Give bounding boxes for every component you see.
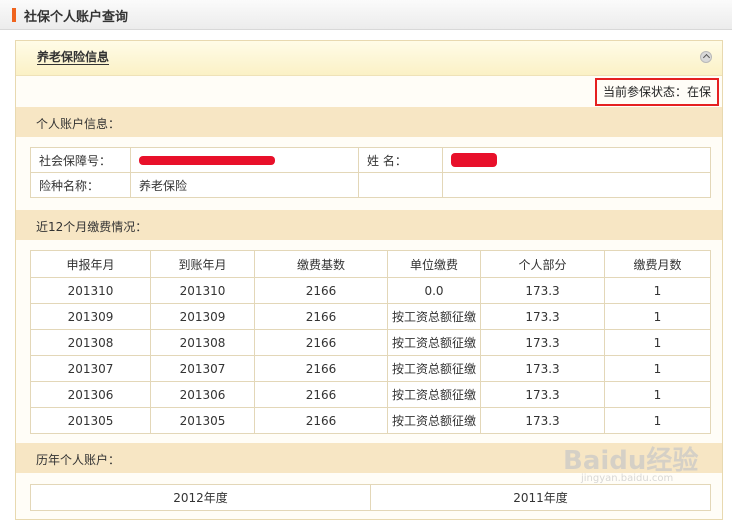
employer-contribution: 按工资总额征缴 bbox=[387, 407, 481, 434]
months-paid: 1 bbox=[604, 407, 711, 434]
status-label: 当前参保状态： bbox=[602, 85, 687, 99]
months-paid: 1 bbox=[604, 381, 711, 408]
table-row: 201305 201305 2166 按工资总额征缴 173.3 1 bbox=[30, 407, 711, 434]
personal-part: 173.3 bbox=[480, 303, 605, 330]
table-row: 201308 201308 2166 按工资总额征缴 173.3 1 bbox=[30, 329, 711, 356]
table-row: 201306 201306 2166 按工资总额征缴 173.3 1 bbox=[30, 381, 711, 408]
year-2012[interactable]: 2012年度 bbox=[30, 484, 371, 511]
declare-month: 201306 bbox=[30, 381, 151, 408]
payments-section: 近12个月缴费情况： bbox=[16, 210, 722, 240]
personal-part: 173.3 bbox=[480, 381, 605, 408]
personal-part: 173.3 bbox=[480, 329, 605, 356]
table-row: 201309 201309 2166 按工资总额征缴 173.3 1 bbox=[30, 303, 711, 330]
table-row: 社会保障号： 姓 名： bbox=[30, 147, 711, 173]
redacted-ssn bbox=[139, 156, 275, 165]
panel-title: 养老保险信息 bbox=[37, 50, 110, 65]
column-header: 到账年月 bbox=[150, 250, 255, 278]
column-header: 申报年月 bbox=[30, 250, 151, 278]
contribution-base: 2166 bbox=[254, 329, 388, 356]
history-table: 2012年度 2011年度 bbox=[30, 484, 711, 511]
payments-table: 申报年月 到账年月 缴费基数 单位缴费 个人部分 缴费月数 201310 201… bbox=[30, 250, 711, 434]
months-paid: 1 bbox=[604, 355, 711, 382]
table-row: 201307 201307 2166 按工资总额征缴 173.3 1 bbox=[30, 355, 711, 382]
employer-contribution: 按工资总额征缴 bbox=[387, 329, 481, 356]
table-row: 201310 201310 2166 0.0 173.3 1 bbox=[30, 277, 711, 304]
declare-month: 201308 bbox=[30, 329, 151, 356]
contribution-base: 2166 bbox=[254, 407, 388, 434]
column-header: 缴费基数 bbox=[254, 250, 388, 278]
employer-contribution: 0.0 bbox=[387, 277, 481, 304]
insurance-status: 当前参保状态：在保 bbox=[595, 78, 719, 106]
ssn-label: 社会保障号： bbox=[30, 147, 131, 173]
insurance-label: 险种名称： bbox=[30, 172, 131, 198]
account-info-title: 个人账户信息： bbox=[36, 117, 121, 131]
empty-cell bbox=[358, 172, 443, 198]
column-header: 单位缴费 bbox=[387, 250, 481, 278]
declare-month: 201310 bbox=[30, 277, 151, 304]
contribution-base: 2166 bbox=[254, 303, 388, 330]
months-paid: 1 bbox=[604, 277, 711, 304]
employer-contribution: 按工资总额征缴 bbox=[387, 355, 481, 382]
arrival-month: 201310 bbox=[150, 277, 255, 304]
collapse-icon[interactable] bbox=[700, 51, 712, 63]
payments-title: 近12个月缴费情况： bbox=[36, 220, 148, 234]
personal-part: 173.3 bbox=[480, 355, 605, 382]
status-value: 在保 bbox=[687, 85, 712, 99]
table-header-row: 申报年月 到账年月 缴费基数 单位缴费 个人部分 缴费月数 bbox=[30, 250, 711, 278]
employer-contribution: 按工资总额征缴 bbox=[387, 381, 481, 408]
declare-month: 201305 bbox=[30, 407, 151, 434]
name-value bbox=[442, 147, 711, 173]
page-header: 社保个人账户查询 bbox=[0, 0, 732, 30]
months-paid: 1 bbox=[604, 303, 711, 330]
empty-cell bbox=[442, 172, 711, 198]
arrival-month: 201306 bbox=[150, 381, 255, 408]
declare-month: 201307 bbox=[30, 355, 151, 382]
column-header: 缴费月数 bbox=[604, 250, 711, 278]
contribution-base: 2166 bbox=[254, 381, 388, 408]
months-paid: 1 bbox=[604, 329, 711, 356]
arrival-month: 201309 bbox=[150, 303, 255, 330]
arrival-month: 201308 bbox=[150, 329, 255, 356]
contribution-base: 2166 bbox=[254, 355, 388, 382]
title-marker bbox=[12, 8, 16, 22]
account-info-table: 社会保障号： 姓 名： 险种名称： 养老保险 bbox=[30, 147, 711, 198]
contribution-base: 2166 bbox=[254, 277, 388, 304]
ssn-value bbox=[130, 147, 359, 173]
panel-header: 养老保险信息 bbox=[16, 41, 722, 76]
insurance-value: 养老保险 bbox=[130, 172, 359, 198]
table-row: 2012年度 2011年度 bbox=[30, 484, 711, 511]
baidu-watermark: Baidu经验 jingyan.baidu.com bbox=[563, 440, 698, 484]
year-2011[interactable]: 2011年度 bbox=[370, 484, 711, 511]
redacted-name bbox=[451, 153, 497, 168]
personal-part: 173.3 bbox=[480, 407, 605, 434]
history-title: 历年个人账户： bbox=[36, 453, 121, 467]
arrival-month: 201307 bbox=[150, 355, 255, 382]
column-header: 个人部分 bbox=[480, 250, 605, 278]
table-row: 险种名称： 养老保险 bbox=[30, 172, 711, 198]
watermark-brand: Baidu经验 bbox=[563, 446, 699, 476]
arrival-month: 201305 bbox=[150, 407, 255, 434]
account-info-section: 个人账户信息： bbox=[16, 107, 722, 137]
declare-month: 201309 bbox=[30, 303, 151, 330]
name-label: 姓 名： bbox=[358, 147, 443, 173]
personal-part: 173.3 bbox=[480, 277, 605, 304]
employer-contribution: 按工资总额征缴 bbox=[387, 303, 481, 330]
page-title: 社保个人账户查询 bbox=[24, 10, 129, 25]
